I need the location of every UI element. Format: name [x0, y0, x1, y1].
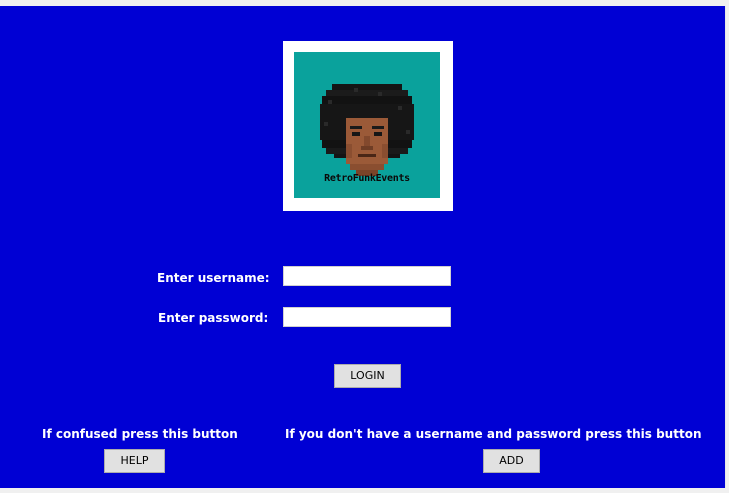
logo: RetroFunkEvents [283, 41, 453, 211]
add-text: If you don't have a username and passwor… [285, 427, 702, 441]
login-button[interactable]: LOGIN [334, 364, 401, 388]
help-button[interactable]: HELP [104, 449, 165, 473]
help-text: If confused press this button [42, 427, 238, 441]
username-field[interactable] [283, 266, 451, 286]
password-label: Enter password: [158, 311, 269, 325]
login-window: RetroFunkEvents Enter username: Enter pa… [0, 6, 726, 488]
add-button[interactable]: ADD [483, 449, 540, 473]
username-label: Enter username: [157, 271, 270, 285]
logo-text: RetroFunkEvents [324, 173, 410, 184]
logo-background: RetroFunkEvents [294, 52, 440, 198]
password-field[interactable] [283, 307, 451, 327]
